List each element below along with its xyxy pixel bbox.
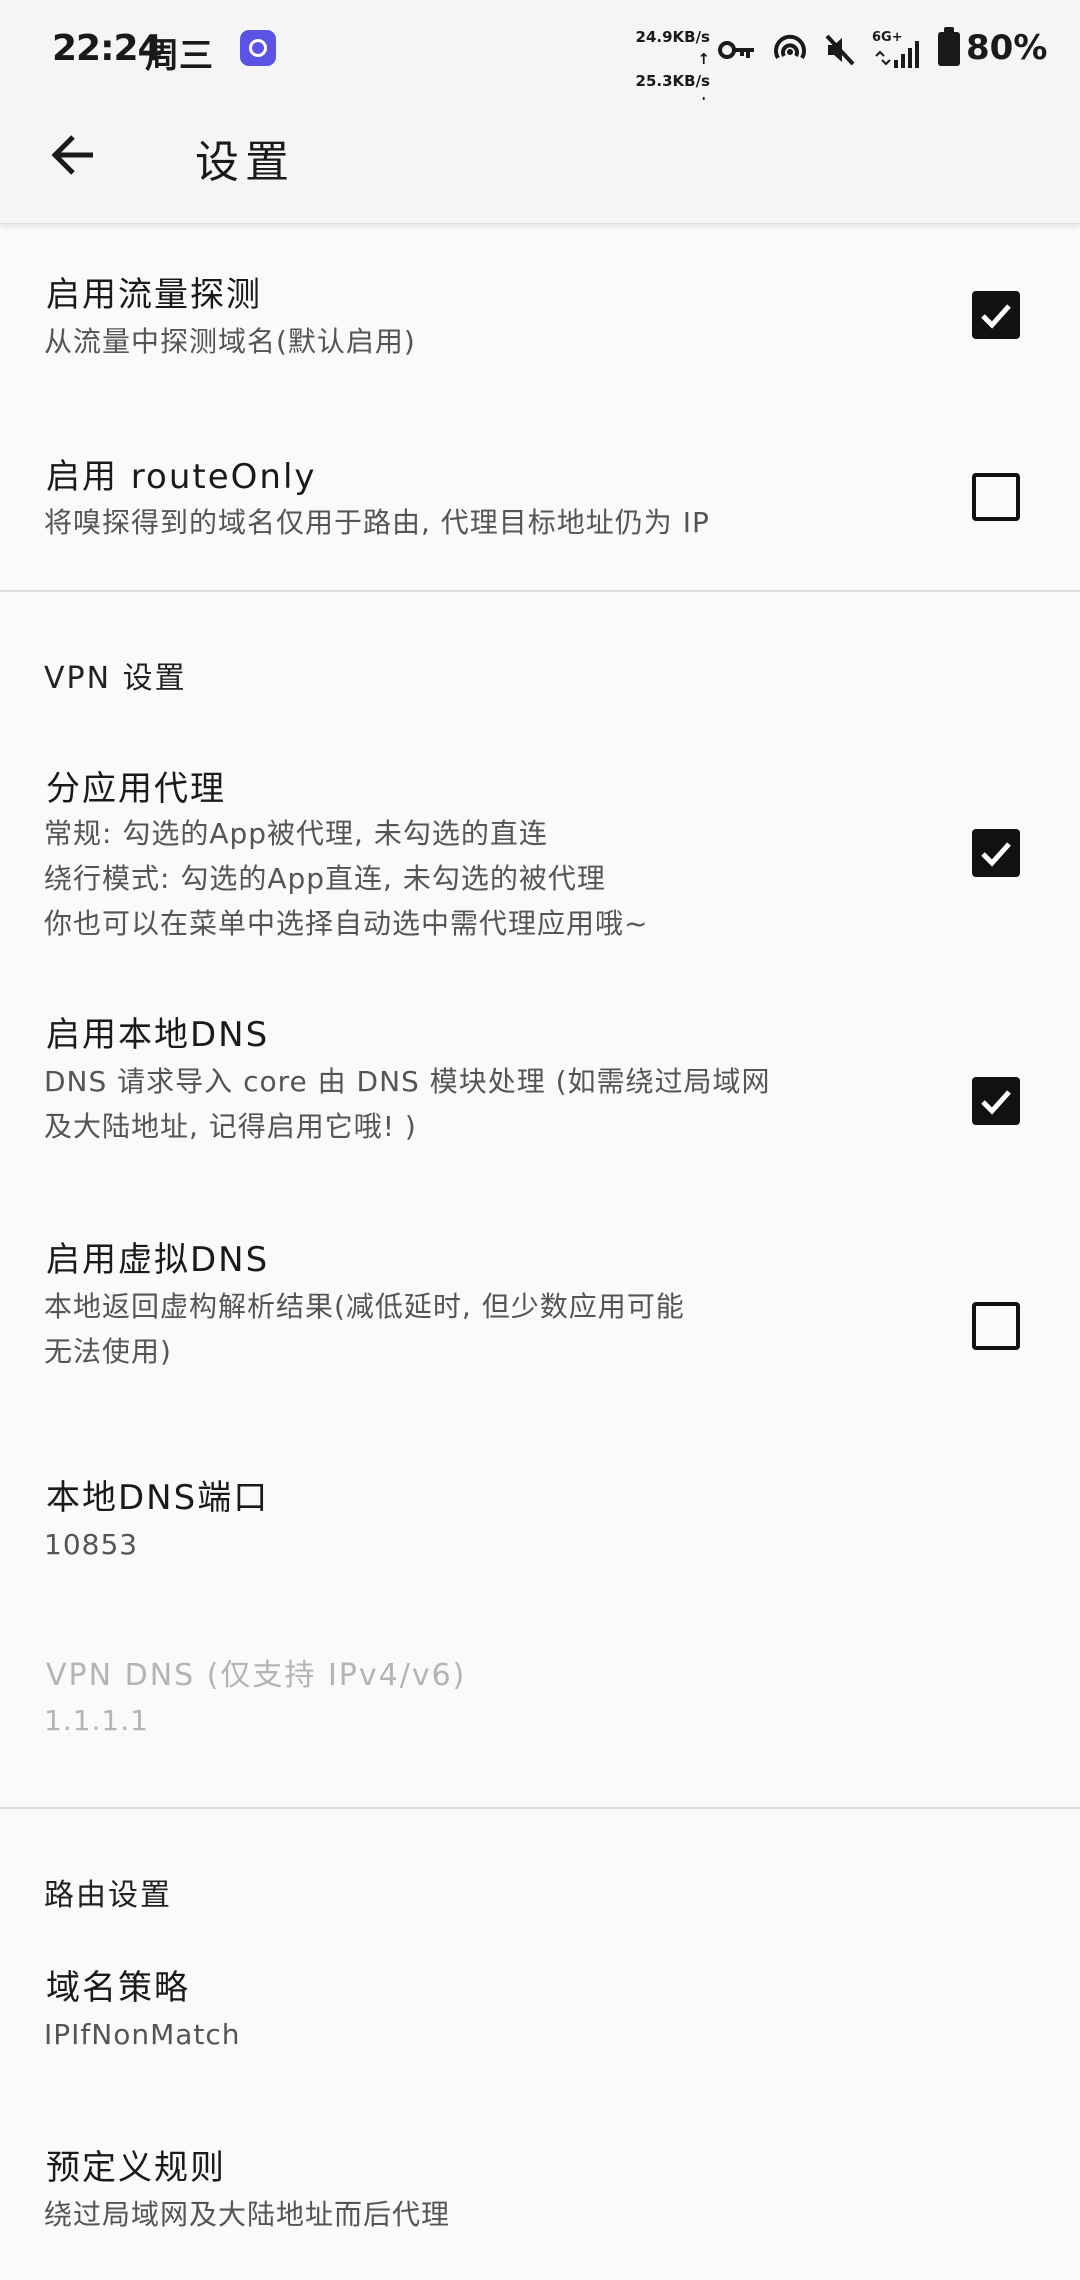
- checkbox-route-only[interactable]: [972, 473, 1020, 521]
- checkbox-fake-dns[interactable]: [972, 1302, 1020, 1350]
- battery-icon: [938, 27, 960, 66]
- pref-predefined-rules[interactable]: 预定义规则 绕过局域网及大陆地址而后代理: [0, 2140, 1080, 2270]
- pref-vpn-dns: VPN DNS (仅支持 IPv4/v6) 1.1.1.1: [0, 1650, 1080, 1790]
- pref-value: 10853: [44, 1528, 139, 1561]
- checkbox-sniffing[interactable]: [972, 291, 1020, 339]
- pref-domain-strategy[interactable]: 域名策略 IPIfNonMatch: [0, 1960, 1080, 2100]
- arrow-left-icon: [51, 135, 93, 175]
- pref-per-app-proxy[interactable]: 分应用代理 常规: 勾选的App被代理, 未勾选的直连 绕行模式: 勾选的App…: [0, 725, 1080, 955]
- status-day: 周三: [145, 36, 213, 76]
- checkbox-per-app-proxy[interactable]: [972, 829, 1020, 877]
- pref-summary: 将嗅探得到的域名仅用于路由, 代理目标地址仍为 IP: [44, 506, 710, 539]
- signal-icon: 6G+: [872, 30, 924, 70]
- pref-route-only[interactable]: 启用 routeOnly 将嗅探得到的域名仅用于路由, 代理目标地址仍为 IP: [0, 405, 1080, 585]
- pref-summary: 常规: 勾选的App被代理, 未勾选的直连 绕行模式: 勾选的App直连, 未勾…: [44, 817, 649, 940]
- check-icon: [981, 842, 1011, 867]
- status-icons: 6G+: [718, 30, 924, 70]
- pref-title: VPN DNS (仅支持 IPv4/v6): [46, 1658, 467, 1693]
- speed-up: 24.9KB/s ↑: [635, 28, 710, 68]
- page-title: 设置: [195, 137, 295, 188]
- pref-title: 预定义规则: [46, 2148, 226, 2188]
- hotspot-icon: [774, 34, 806, 60]
- check-icon: [981, 304, 1011, 329]
- pref-title: 启用虚拟DNS: [46, 1240, 270, 1280]
- pref-summary: 从流量中探测域名(默认启用): [44, 325, 416, 358]
- app-bar: 设置: [0, 100, 1080, 224]
- pref-value: IPIfNonMatch: [44, 2018, 241, 2051]
- pref-title: 域名策略: [46, 1968, 190, 2008]
- pref-summary: 本地返回虚构解析结果(减低延时, 但少数应用可能 无法使用): [44, 1290, 685, 1368]
- check-icon: [981, 1090, 1011, 1115]
- pref-summary: DNS 请求导入 core 由 DNS 模块处理 (如需绕过局域网 及大陆地址,…: [44, 1065, 771, 1143]
- mute-icon: [825, 34, 855, 66]
- checkbox-local-dns[interactable]: [972, 1077, 1020, 1125]
- pref-title: 本地DNS端口: [46, 1478, 270, 1518]
- battery-percent: 80%: [966, 28, 1048, 68]
- pref-value: 绕过局域网及大陆地址而后代理: [44, 2198, 451, 2231]
- pref-local-dns-port[interactable]: 本地DNS端口 10853: [0, 1470, 1080, 1610]
- pref-sniffing[interactable]: 启用流量探测 从流量中探测域名(默认启用): [0, 225, 1080, 405]
- pref-title: 启用本地DNS: [46, 1015, 270, 1055]
- vpn-key-icon: [718, 41, 754, 59]
- pref-value: 1.1.1.1: [44, 1704, 149, 1737]
- divider: [0, 1807, 1080, 1809]
- back-button[interactable]: [40, 122, 106, 188]
- pref-title: 分应用代理: [46, 769, 226, 809]
- pref-fake-dns[interactable]: 启用虚拟DNS 本地返回虚构解析结果(减低延时, 但少数应用可能 无法使用): [0, 1210, 1080, 1410]
- section-header-vpn: VPN 设置: [44, 661, 187, 696]
- section-header-routing: 路由设置: [44, 1878, 172, 1913]
- pref-local-dns[interactable]: 启用本地DNS DNS 请求导入 core 由 DNS 模块处理 (如需绕过局域…: [0, 985, 1080, 1185]
- divider: [0, 590, 1080, 592]
- pref-title: 启用 routeOnly: [46, 457, 317, 497]
- app-icon: [240, 30, 276, 66]
- pref-title: 启用流量探测: [46, 275, 262, 315]
- status-bar: 22:24 周三 24.9KB/s ↑ 25.3KB/s ↓ 6G+: [0, 0, 1080, 112]
